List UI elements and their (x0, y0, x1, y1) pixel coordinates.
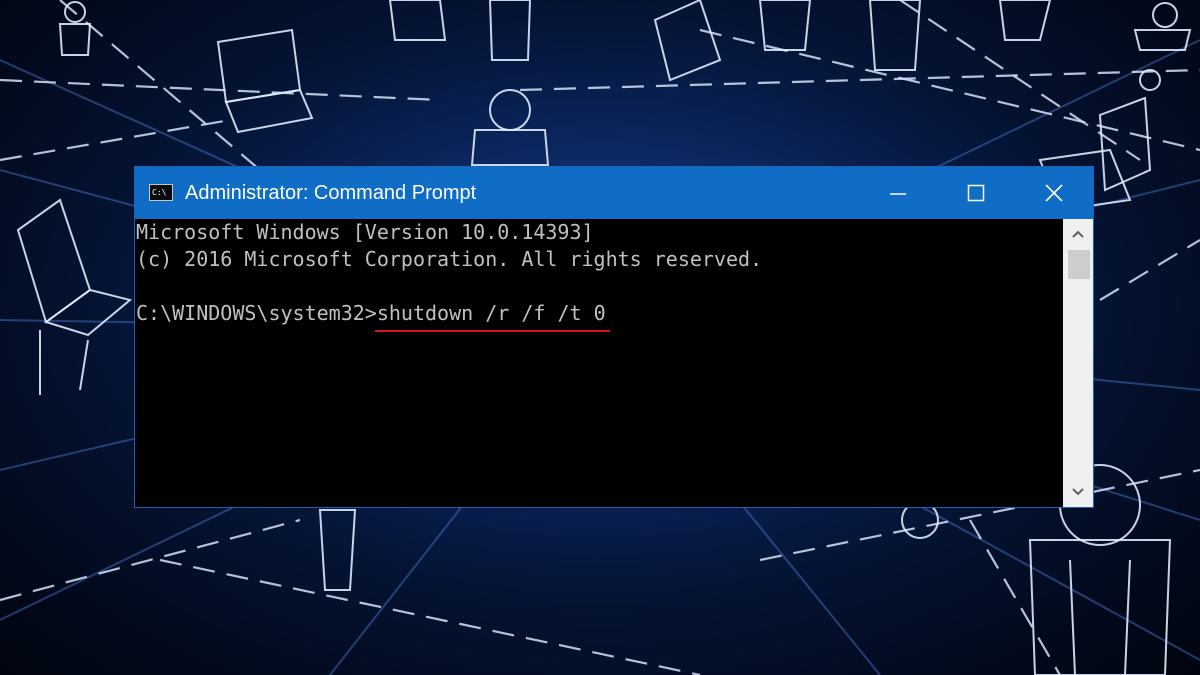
console-line: Microsoft Windows [Version 10.0.14393] (136, 220, 594, 244)
command-text: shutdown /r /f /t 0 (376, 301, 606, 325)
close-button[interactable] (1015, 167, 1093, 219)
command-prompt-window[interactable]: C:\ Administrator: Command Prompt Micros… (134, 166, 1094, 508)
close-icon (1045, 184, 1063, 202)
console-line: (c) 2016 Microsoft Corporation. All righ… (136, 247, 763, 271)
chevron-down-icon (1072, 488, 1084, 496)
prompt-path: C:\WINDOWS\system32> (136, 301, 377, 325)
scroll-thumb[interactable] (1068, 250, 1090, 279)
scroll-up-button[interactable] (1063, 219, 1093, 249)
console-output[interactable]: Microsoft Windows [Version 10.0.14393] (… (135, 219, 1063, 507)
scroll-down-button[interactable] (1063, 477, 1093, 507)
maximize-button[interactable] (937, 167, 1015, 219)
prompt-line[interactable]: C:\WINDOWS\system32>shutdown /r /f /t 0 (136, 300, 1063, 332)
minimize-icon (890, 193, 906, 195)
maximize-icon (967, 184, 985, 202)
red-underline (374, 330, 610, 332)
typed-command: shutdown /r /f /t 0 (374, 300, 610, 332)
cmd-icon: C:\ (149, 184, 173, 201)
vertical-scrollbar[interactable] (1063, 219, 1093, 507)
window-title: Administrator: Command Prompt (185, 182, 477, 204)
title-bar[interactable]: C:\ Administrator: Command Prompt (135, 167, 1093, 219)
chevron-up-icon (1072, 230, 1084, 238)
minimize-button[interactable] (859, 167, 937, 219)
